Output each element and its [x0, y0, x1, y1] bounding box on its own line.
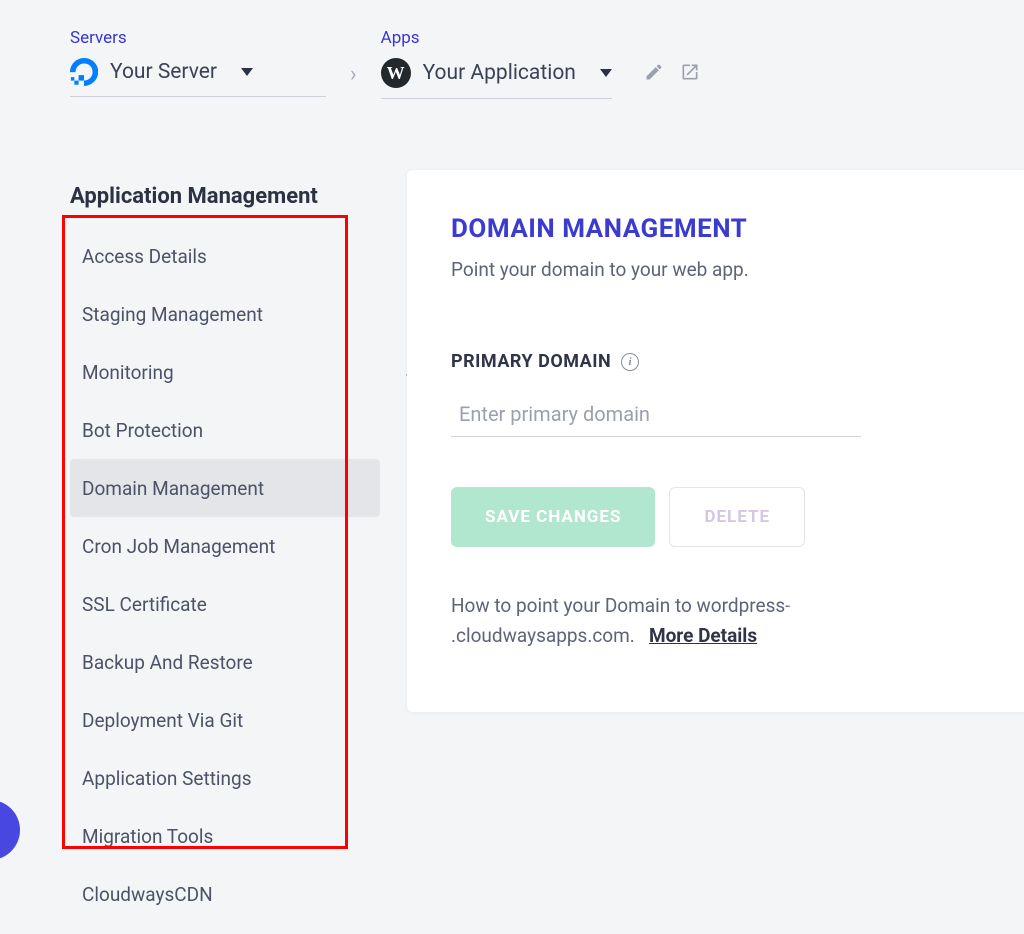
server-selector[interactable]: Your Server [70, 58, 326, 97]
sidebar-item-access-details[interactable]: Access Details [70, 227, 380, 285]
sidebar-title: Application Management [70, 184, 380, 209]
sidebar-item-deployment-via-git[interactable]: Deployment Via Git [70, 691, 380, 749]
help-text: How to point your Domain to wordpress-.c… [451, 591, 983, 652]
info-icon[interactable]: i [621, 353, 639, 371]
sidebar-item-backup-and-restore[interactable]: Backup And Restore [70, 633, 380, 691]
app-name: Your Application [423, 61, 576, 85]
server-name: Your Server [110, 60, 217, 84]
chevron-right-icon: › [350, 62, 357, 87]
sidebar-list: Access DetailsStaging ManagementMonitori… [70, 227, 380, 923]
breadcrumb: Servers Your Server › Apps W Your Applic… [0, 0, 1024, 99]
edit-icon[interactable] [644, 62, 664, 86]
app-tool-icons [644, 62, 700, 86]
wordpress-icon: W [381, 58, 411, 88]
sidebar-item-bot-protection[interactable]: Bot Protection [70, 401, 380, 459]
caret-down-icon [600, 69, 612, 77]
caret-down-icon [241, 68, 253, 76]
server-crumb: Servers Your Server [70, 28, 326, 97]
external-link-icon[interactable] [680, 62, 700, 86]
sidebar-item-cron-job-management[interactable]: Cron Job Management [70, 517, 380, 575]
sidebar-item-application-settings[interactable]: Application Settings [70, 749, 380, 807]
primary-domain-label: PRIMARY DOMAIN i [451, 351, 983, 372]
more-details-link[interactable]: More Details [649, 624, 757, 647]
sidebar-item-ssl-certificate[interactable]: SSL Certificate [70, 575, 380, 633]
apps-header: Apps [381, 28, 612, 48]
sidebar-item-cloudwayscdn[interactable]: CloudwaysCDN [70, 865, 380, 923]
save-changes-button[interactable]: SAVE CHANGES [451, 487, 655, 547]
chat-bubble-icon[interactable] [0, 800, 20, 860]
panel-subtitle: Point your domain to your web app. [451, 258, 983, 281]
sidebar-item-staging-management[interactable]: Staging Management [70, 285, 380, 343]
primary-domain-input[interactable] [451, 392, 861, 437]
sidebar-item-migration-tools[interactable]: Migration Tools [70, 807, 380, 865]
redacted-text [791, 600, 971, 614]
app-selector[interactable]: W Your Application [381, 58, 612, 99]
sidebar: Application Management Access DetailsSta… [70, 184, 380, 923]
sidebar-item-monitoring[interactable]: Monitoring⌄ [70, 343, 380, 401]
app-crumb: Apps W Your Application [381, 28, 612, 99]
panel-title: DOMAIN MANAGEMENT [451, 214, 983, 244]
delete-button[interactable]: DELETE [669, 487, 805, 547]
digitalocean-icon [70, 58, 98, 86]
servers-header: Servers [70, 28, 326, 48]
sidebar-item-domain-management[interactable]: Domain Management [70, 459, 380, 517]
main-panel: DOMAIN MANAGEMENT Point your domain to y… [407, 170, 1024, 712]
